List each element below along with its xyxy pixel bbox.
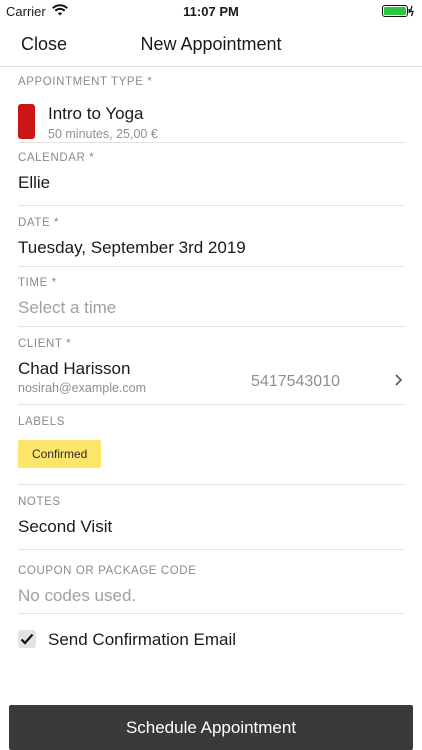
calendar-field[interactable]: CALENDAR * Ellie <box>18 152 405 206</box>
status-bar: Carrier 11:07 PM <box>0 0 422 22</box>
page-title: New Appointment <box>140 34 282 54</box>
client-name: Chad Harisson <box>18 359 131 378</box>
appointment-type-name: Intro to Yoga <box>48 104 144 123</box>
appointment-color-swatch <box>18 104 35 139</box>
time-field[interactable]: TIME * Select a time <box>18 277 405 327</box>
date-label: DATE * <box>18 217 60 229</box>
chevron-right-icon <box>395 374 403 386</box>
client-phone: 5417543010 <box>251 373 340 390</box>
appointment-type-field[interactable]: APPOINTMENT TYPE * Intro to Yoga 50 minu… <box>18 76 405 143</box>
send-email-checkbox[interactable] <box>18 630 36 648</box>
calendar-value: Ellie <box>18 173 51 192</box>
client-label: CLIENT * <box>18 338 72 350</box>
date-field[interactable]: DATE * Tuesday, September 3rd 2019 <box>18 217 405 267</box>
coupon-field[interactable]: COUPON OR PACKAGE CODE No codes used. <box>18 565 405 614</box>
client-field[interactable]: CLIENT * Chad Harisson nosirah@example.c… <box>18 338 405 405</box>
send-email-label[interactable]: Send Confirmation Email <box>48 630 236 650</box>
appointment-type-detail: 50 minutes, 25,00 € <box>48 127 158 141</box>
notes-field[interactable]: NOTES Second Visit <box>18 496 405 550</box>
calendar-label: CALENDAR * <box>18 152 95 164</box>
confirmed-badge[interactable]: Confirmed <box>18 440 102 468</box>
clock-time: 11:07 PM <box>183 4 239 19</box>
battery-icon <box>382 5 414 17</box>
schedule-appointment-button[interactable]: Schedule Appointment <box>9 705 413 750</box>
labels-field: LABELS Confirmed <box>18 416 405 485</box>
notes-value: Second Visit <box>18 517 113 536</box>
checkmark-icon <box>20 633 34 645</box>
time-label: TIME * <box>18 277 57 289</box>
notes-label: NOTES <box>18 496 61 508</box>
client-email: nosirah@example.com <box>18 381 147 395</box>
date-value: Tuesday, September 3rd 2019 <box>18 238 246 257</box>
labels-label: LABELS <box>18 416 66 428</box>
time-placeholder: Select a time <box>18 298 117 317</box>
appointment-type-label: APPOINTMENT TYPE * <box>18 76 153 88</box>
navigation-bar: Close New Appointment <box>0 22 422 67</box>
coupon-label: COUPON OR PACKAGE CODE <box>18 565 197 577</box>
coupon-placeholder: No codes used. <box>18 586 137 605</box>
